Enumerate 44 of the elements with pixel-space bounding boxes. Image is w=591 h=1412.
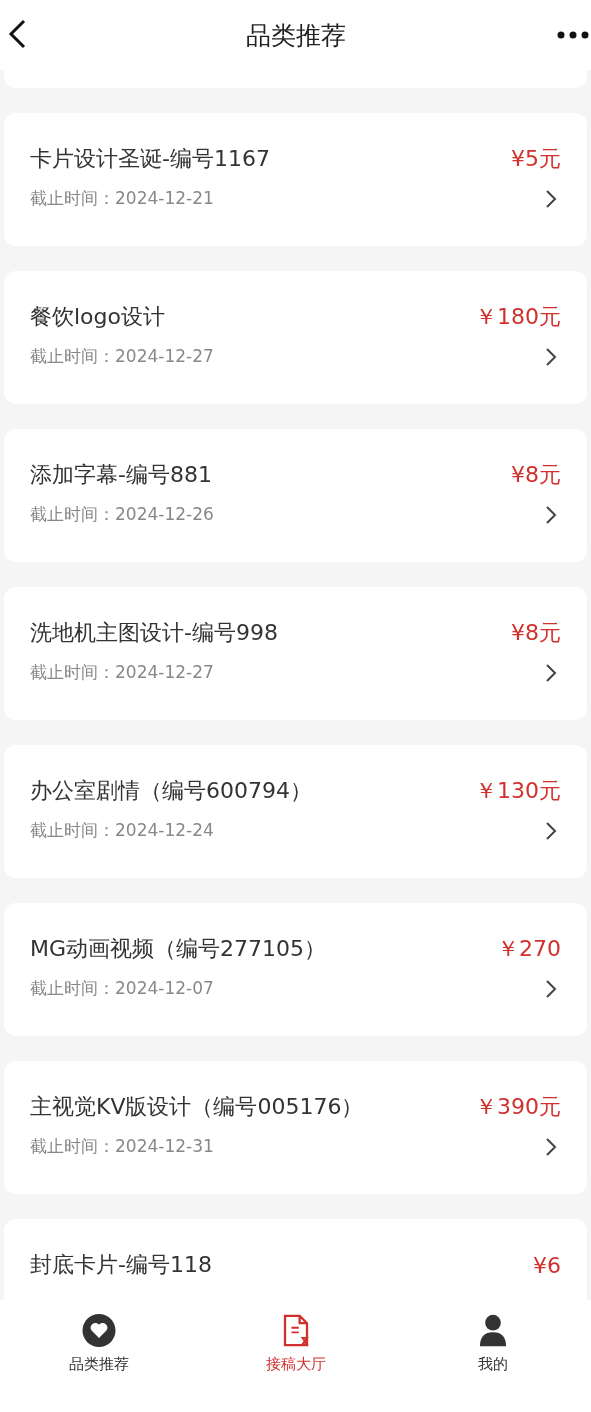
task-card[interactable]: 添加字幕-编号881 ¥8元 截止时间：2024-12-26 (4, 429, 587, 562)
task-card[interactable]: 主视觉KV版设计（编号005176） ￥390元 截止时间：2024-12-31 (4, 1061, 587, 1194)
task-card[interactable]: 封底卡片-编号118 ¥6 (4, 1219, 587, 1300)
chevron-right-icon (545, 1136, 557, 1157)
task-card[interactable]: 洗地机主图设计-编号998 ¥8元 截止时间：2024-12-27 (4, 587, 587, 720)
page-title: 品类推荐 (245, 19, 346, 52)
task-title: 卡片设计圣诞-编号1167 (30, 145, 270, 173)
task-title: 添加字幕-编号881 (30, 461, 212, 489)
chevron-right-icon (545, 662, 557, 683)
task-price: ¥6 (533, 1252, 561, 1278)
chevron-right-icon (545, 346, 557, 367)
task-card[interactable]: 办公室剧情（编号600794） ￥130元 截止时间：2024-12-24 (4, 745, 587, 878)
tab-item[interactable]: 我的 (432, 1314, 553, 1374)
chevron-right-icon (545, 504, 557, 525)
task-price: ￥390元 (475, 1093, 561, 1121)
task-deadline: 截止时间：2024-12-26 (30, 503, 214, 526)
task-title: 封底卡片-编号118 (30, 1251, 212, 1279)
task-deadline: 截止时间：2024-12-24 (30, 819, 214, 842)
task-deadline: 截止时间：2024-12-27 (30, 345, 214, 368)
task-price: ¥8元 (511, 619, 561, 647)
task-deadline: 截止时间：2024-12-31 (30, 1135, 214, 1158)
task-deadline: 截止时间：2024-12-27 (30, 661, 214, 684)
tab-item[interactable]: 接稿大厅 (235, 1314, 356, 1374)
task-card[interactable]: 餐饮logo设计 ￥180元 截止时间：2024-12-27 (4, 271, 587, 404)
task-price: ￥130元 (475, 777, 561, 805)
chevron-right-icon (545, 820, 557, 841)
task-price: ￥180元 (475, 303, 561, 331)
task-title: 洗地机主图设计-编号998 (30, 619, 278, 647)
back-icon[interactable] (8, 19, 26, 49)
task-price: ¥8元 (511, 461, 561, 489)
chevron-right-icon (545, 188, 557, 209)
task-title: 主视觉KV版设计（编号005176） (30, 1093, 364, 1121)
chevron-right-icon (545, 978, 557, 999)
task-card[interactable]: MG动画视频（编号277105） ￥270 截止时间：2024-12-07 (4, 903, 587, 1036)
task-card[interactable]: 卡片设计圣诞-编号1167 ¥5元 截止时间：2024-12-21 (4, 113, 587, 246)
task-deadline: 截止时间：2024-12-21 (30, 187, 214, 210)
task-deadline: 截止时间：2024-12-07 (30, 977, 214, 1000)
tab-item[interactable]: 品类推荐 (38, 1314, 159, 1374)
more-icon[interactable] (557, 31, 589, 39)
task-price: ¥5元 (511, 145, 561, 173)
task-title: 办公室剧情（编号600794） (30, 777, 312, 805)
task-title: 餐饮logo设计 (30, 303, 165, 331)
task-price: ￥270 (497, 935, 561, 963)
task-title: MG动画视频（编号277105） (30, 935, 326, 963)
